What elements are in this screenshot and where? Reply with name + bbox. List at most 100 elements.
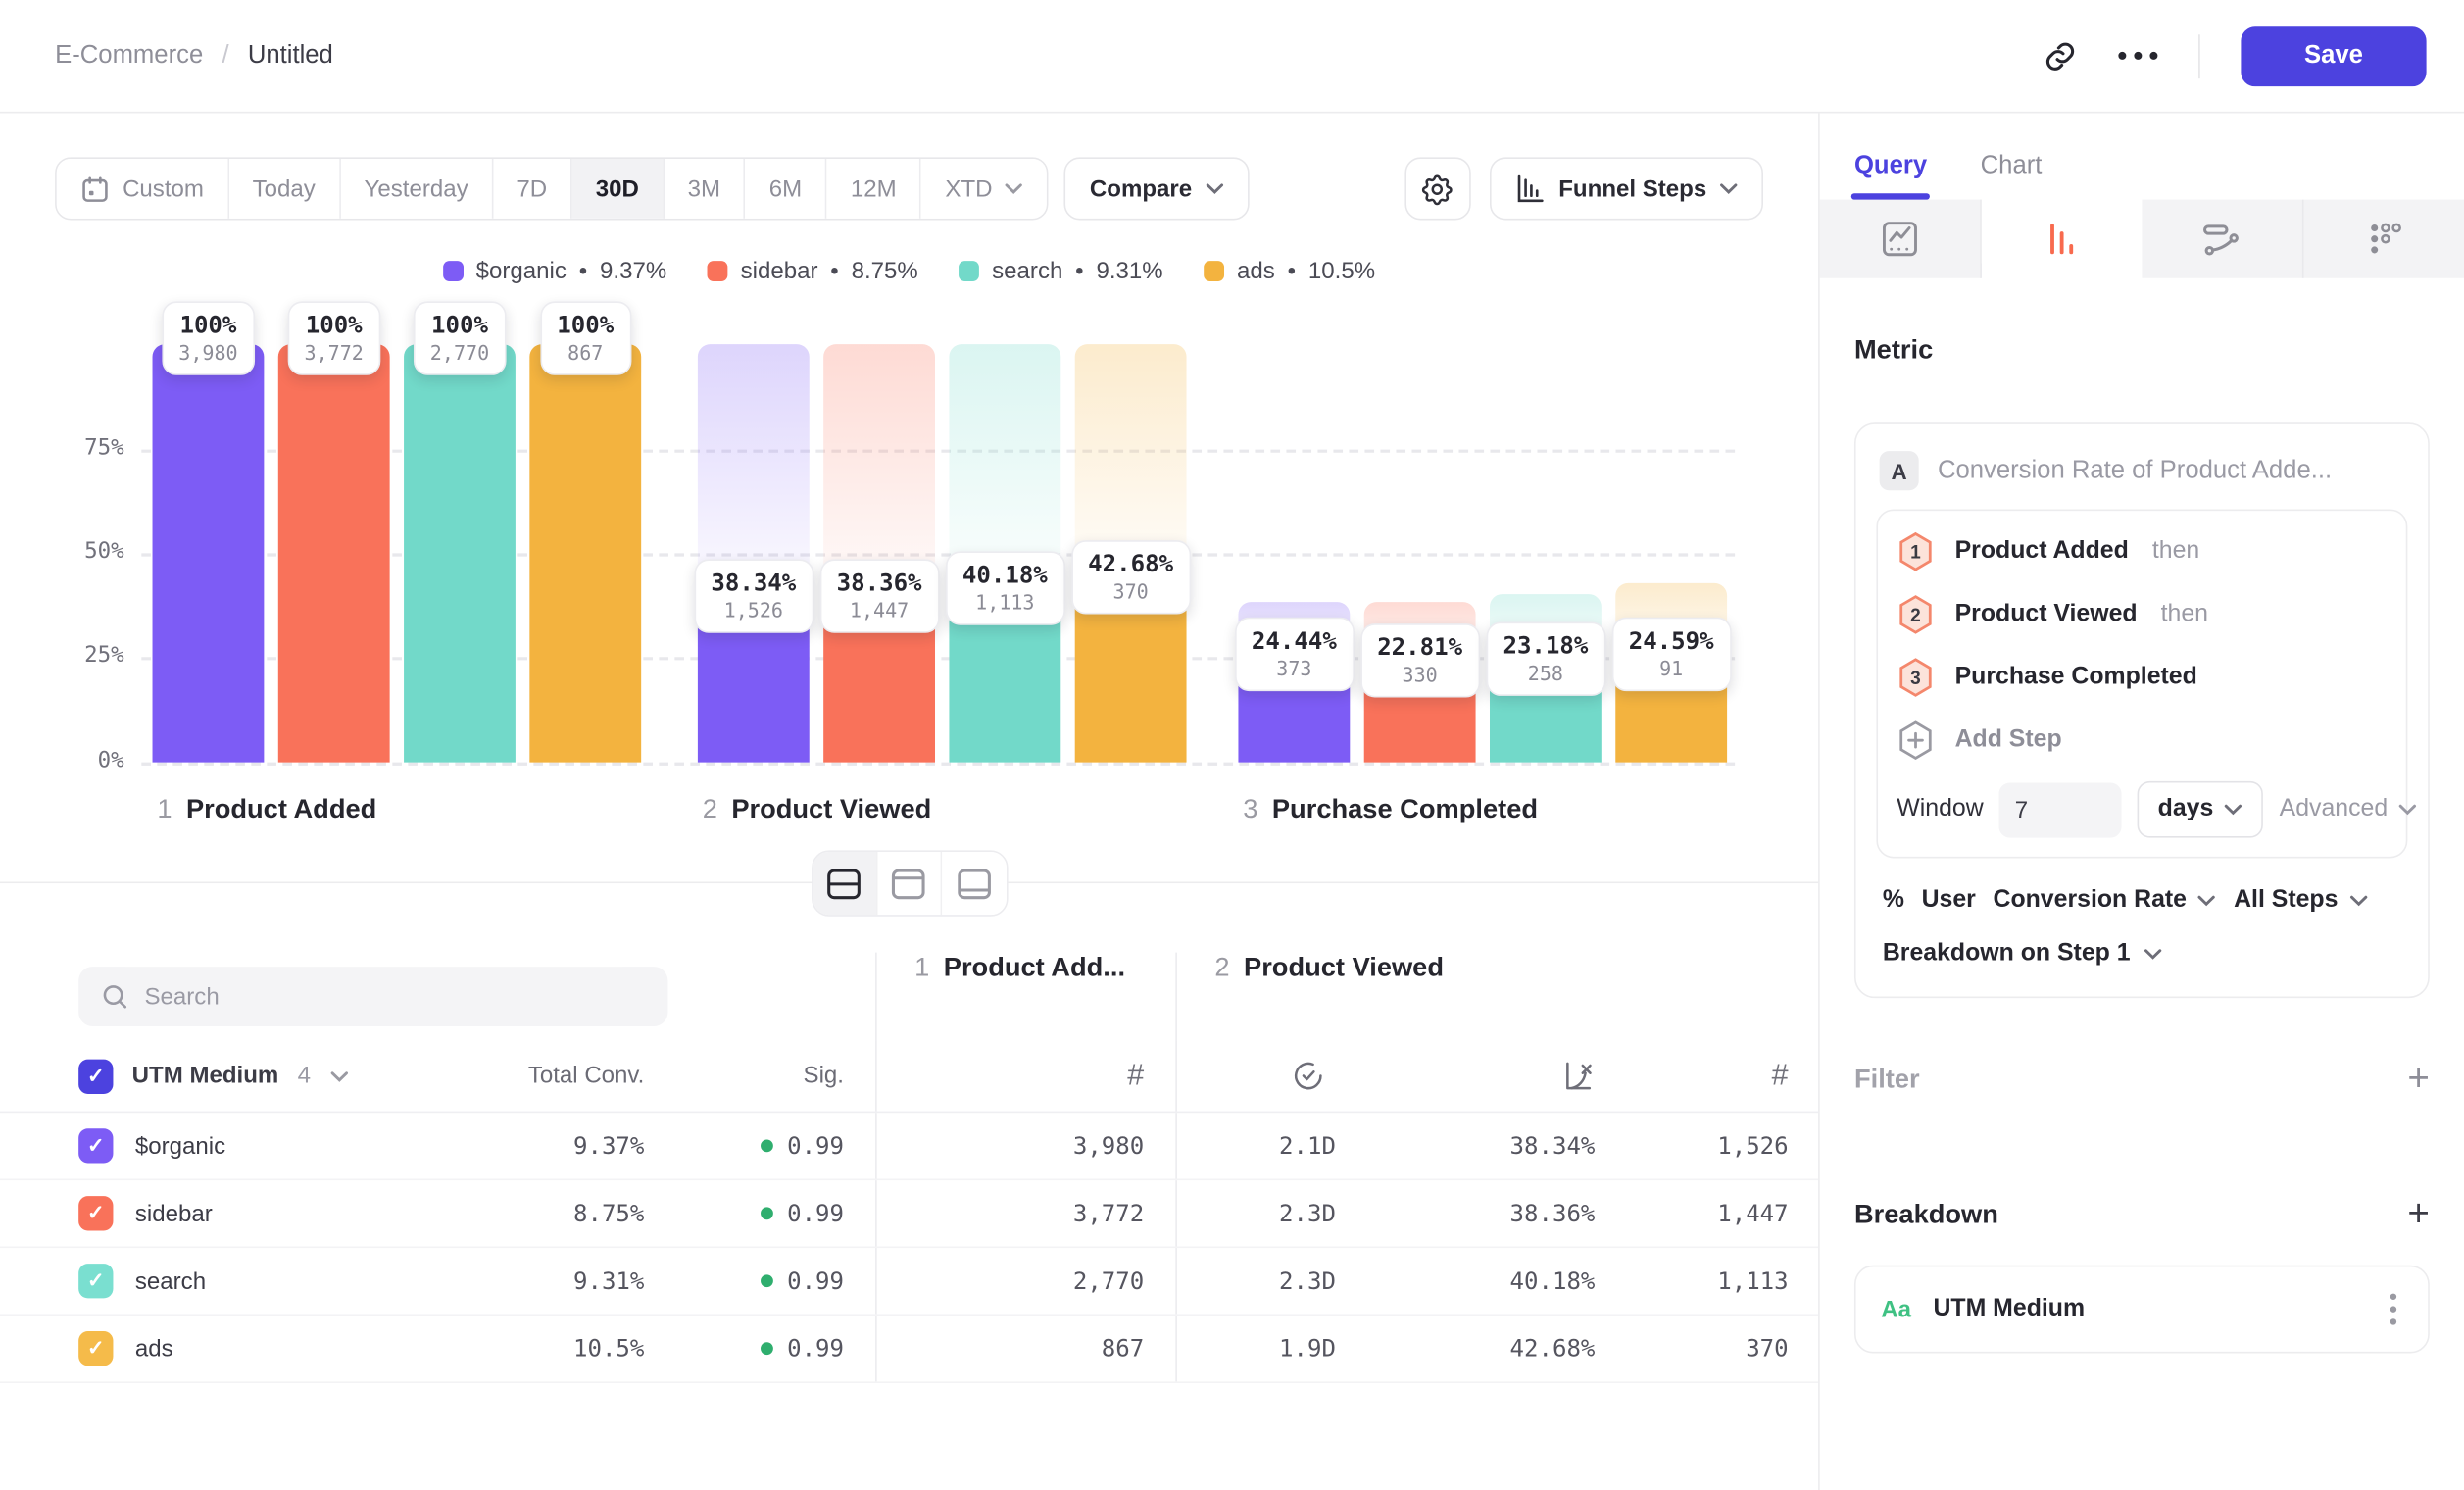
row-checkbox[interactable]: ✓ (78, 1264, 113, 1298)
share-link-button[interactable] (2043, 38, 2077, 73)
group-column-label[interactable]: UTM Medium (132, 1063, 279, 1089)
add-filter-button[interactable]: + (2407, 1061, 2429, 1098)
chevron-down-icon[interactable] (329, 1069, 348, 1082)
tab-chart[interactable]: Chart (1981, 153, 2043, 200)
range-yesterday[interactable]: Yesterday (340, 159, 493, 219)
compare-button[interactable]: Compare (1064, 157, 1249, 220)
select-all-checkbox[interactable]: ✓ (78, 1059, 113, 1093)
step-number-badge: 3 (1897, 657, 1934, 698)
chevron-down-icon (2143, 948, 2161, 961)
row-step2-pct: 38.36% (1438, 1199, 1595, 1227)
range-6m[interactable]: 6M (746, 159, 827, 219)
step-number-badge: 1 (1897, 531, 1934, 572)
legend-item[interactable]: search•9.31% (959, 258, 1162, 284)
legend-item[interactable]: $organic•9.37% (443, 258, 666, 284)
conv-pct-column-icon[interactable] (1562, 1060, 1596, 1093)
range-12m[interactable]: 12M (827, 159, 922, 219)
breakdown-item[interactable]: Aa UTM Medium (1854, 1266, 2430, 1354)
tab-grid-chart[interactable] (2304, 200, 2464, 278)
breakdown-on-step-select[interactable]: Breakdown on Step 1 (1876, 915, 2407, 984)
window-unit-select[interactable]: days (2138, 781, 2264, 838)
row-total-conv: 10.5% (471, 1334, 644, 1363)
tab-query[interactable]: Query (1854, 153, 1927, 200)
range-xtd[interactable]: XTD (921, 159, 1047, 219)
sig-column-header[interactable]: Sig. (644, 1063, 844, 1089)
row-checkbox[interactable]: ✓ (78, 1196, 113, 1230)
chevron-down-icon (2225, 803, 2243, 816)
measure-steps-select[interactable]: All Steps (2234, 886, 2368, 915)
funnel-steps-editor: 1 Product Added then 2 Product Viewed th… (1876, 509, 2407, 858)
funnel-step-row[interactable]: 2 Product Viewed then (1897, 583, 2387, 646)
step-axis-label: 2 Product Viewed (703, 794, 932, 825)
row-sig: 0.99 (787, 1199, 844, 1227)
add-breakdown-button[interactable]: + (2407, 1196, 2429, 1233)
step-axis-label: 1 Product Added (157, 794, 376, 825)
legend-item[interactable]: ads•10.5% (1204, 258, 1375, 284)
range-30d[interactable]: 30D (572, 159, 665, 219)
funnel-bar[interactable] (404, 344, 516, 762)
layout-chart-only-button[interactable] (877, 852, 942, 915)
search-input[interactable] (145, 983, 646, 1010)
table-row[interactable]: ✓ sidebar 8.75% 0.99 3,772 2.3D 38.36% 1… (0, 1180, 1818, 1248)
table-header-row-2: ✓ UTM Medium 4 Total Conv. Sig. # (0, 1040, 1818, 1113)
bar-value-tooltip: 40.18%1,113 (945, 552, 1064, 625)
tab-line-chart[interactable] (1820, 200, 1982, 278)
row-total-conv: 9.37% (471, 1131, 644, 1160)
svg-text:2: 2 (1910, 606, 1921, 626)
metric-summary[interactable]: A Conversion Rate of Product Adde... (1876, 445, 2407, 510)
gear-icon (1421, 173, 1454, 206)
funnel-bar[interactable] (153, 344, 265, 762)
row-total-conv: 8.75% (471, 1199, 644, 1227)
bar-value-tooltip: 22.81%330 (1360, 624, 1480, 698)
breakdown-section-header: Breakdown + (1854, 1196, 2430, 1233)
breakdown-heading: Breakdown (1854, 1199, 1998, 1230)
chart-type-selector[interactable]: Funnel Steps (1490, 157, 1763, 220)
chevron-down-icon (1005, 182, 1023, 195)
chart-settings-button[interactable] (1404, 157, 1470, 220)
table-row[interactable]: ✓ ads 10.5% 0.99 867 1.9D 42.68% 370 (0, 1316, 1818, 1383)
range-today[interactable]: Today (229, 159, 341, 219)
layout-split-view-button[interactable] (813, 852, 877, 915)
range-7d[interactable]: 7D (493, 159, 571, 219)
window-value-input[interactable] (1999, 782, 2122, 837)
row-checkbox[interactable]: ✓ (78, 1128, 113, 1163)
more-options-button[interactable] (2118, 52, 2157, 60)
funnel-bar[interactable] (529, 344, 641, 762)
avg-time-column-icon[interactable] (1177, 1060, 1438, 1093)
ellipsis-icon (2118, 52, 2157, 60)
funnel-step-row[interactable]: 1 Product Added then (1897, 521, 2387, 583)
header-divider (2198, 33, 2200, 77)
advanced-toggle[interactable]: Advanced (2280, 795, 2418, 823)
measure-pct-label[interactable]: % (1883, 886, 1904, 915)
legend-item[interactable]: sidebar•8.75% (708, 258, 918, 284)
svg-text:3: 3 (1910, 669, 1921, 689)
measure-conversion-select[interactable]: Conversion Rate (1993, 886, 2216, 915)
add-step-button[interactable]: Add Step (1897, 709, 2061, 771)
funnel-step-row[interactable]: 3 Purchase Completed (1897, 646, 2387, 709)
row-total-conv: 9.31% (471, 1266, 644, 1295)
row-step2-count: 370 (1595, 1334, 1819, 1363)
gridline (141, 763, 1735, 766)
tab-funnel-chart[interactable] (1982, 200, 2143, 278)
table-row[interactable]: ✓ $organic 9.37% 0.99 3,980 2.1D 38.34% … (0, 1113, 1818, 1180)
query-panel: Query Chart (1820, 113, 2464, 1490)
range-custom[interactable]: Custom (57, 159, 229, 219)
filter-section-header: Filter + (1854, 1061, 2430, 1098)
range-3m[interactable]: 3M (665, 159, 746, 219)
funnel-bar[interactable] (278, 344, 390, 762)
page-title[interactable]: Untitled (248, 41, 333, 70)
measure-user-label[interactable]: User (1922, 886, 1976, 915)
tab-flow-chart[interactable] (2142, 200, 2303, 278)
row-checkbox[interactable]: ✓ (78, 1331, 113, 1366)
save-button[interactable]: Save (2241, 25, 2426, 85)
breadcrumb-parent[interactable]: E-Commerce (55, 41, 203, 70)
layout-table-only-button[interactable] (941, 852, 1006, 915)
funnel-chart: 75% 50% 25% 0% 100%3,98038.34%1,52624.44… (55, 294, 1763, 828)
total-conv-column-header[interactable]: Total Conv. (471, 1063, 644, 1089)
count-column-icon[interactable]: # (1127, 1059, 1144, 1093)
count-column-icon[interactable]: # (1772, 1059, 1789, 1093)
bar-value-tooltip: 100%3,980 (162, 301, 256, 374)
table-row[interactable]: ✓ search 9.31% 0.99 2,770 2.3D 40.18% 1,… (0, 1248, 1818, 1316)
kebab-menu-icon[interactable] (2384, 1287, 2402, 1331)
row-step1-count: 867 (875, 1316, 1175, 1381)
